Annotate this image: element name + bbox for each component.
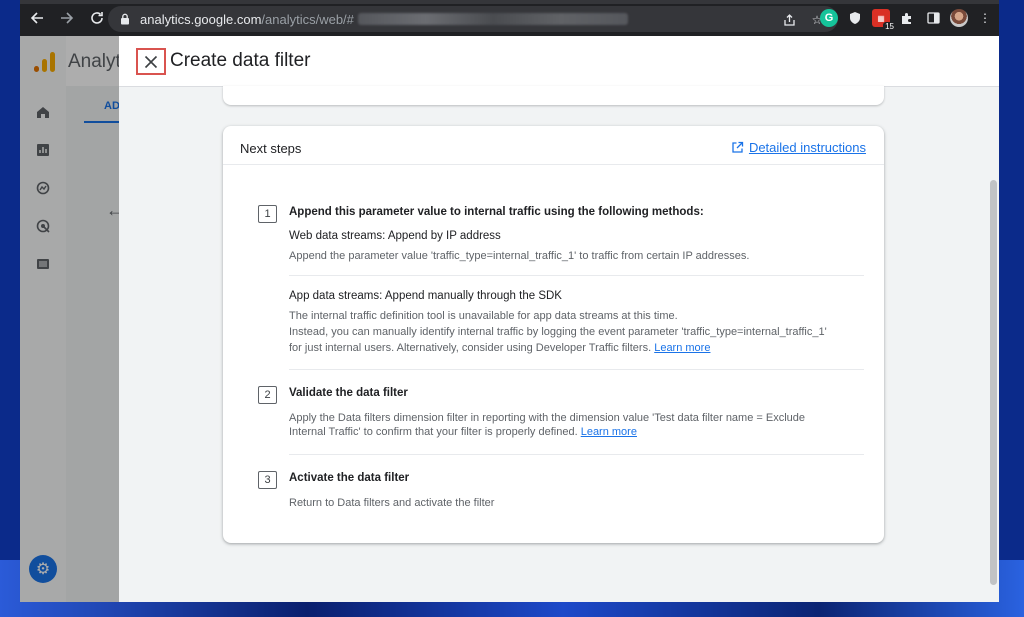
- profile-avatar[interactable]: [950, 9, 968, 27]
- create-data-filter-drawer: Create data filter Next steps Detailed i…: [119, 36, 999, 602]
- card-title: Next steps: [240, 141, 302, 156]
- app-streams-desc-2: Instead, you can manually identify inter…: [289, 326, 827, 338]
- divider: [289, 369, 864, 370]
- divider: [289, 454, 864, 455]
- validate-desc-2: Internal Traffic' to confirm that your f…: [289, 424, 637, 440]
- close-button[interactable]: [136, 48, 166, 75]
- app-streams-desc-3-text: for just internal users. Alternatively, …: [289, 342, 652, 354]
- step-number: 1: [258, 205, 277, 223]
- next-steps-card: Next steps Detailed instructions 1 Appen…: [223, 126, 884, 543]
- app-streams-desc-3: for just internal users. Alternatively, …: [289, 340, 710, 356]
- step-title: Append this parameter value to internal …: [289, 206, 704, 218]
- back-arrow-icon[interactable]: [24, 5, 50, 31]
- divider: [289, 275, 864, 276]
- card-header: Next steps Detailed instructions: [223, 126, 884, 165]
- share-icon[interactable]: [780, 11, 798, 29]
- url-redacted: [357, 13, 628, 25]
- validate-desc-2-text: Internal Traffic' to confirm that your f…: [289, 426, 578, 438]
- url-host: analytics.google.com: [140, 11, 262, 27]
- address-bar[interactable]: analytics.google.com /analytics/web/# ☆: [108, 6, 838, 32]
- puzzle-icon[interactable]: [898, 9, 916, 27]
- learn-more-link[interactable]: Learn more: [654, 342, 710, 354]
- more-menu-icon[interactable]: ⋮: [976, 9, 994, 27]
- drawer-title: Create data filter: [170, 50, 311, 71]
- reload-icon[interactable]: [84, 5, 110, 31]
- app-streams-desc-1: The internal traffic definition tool is …: [289, 310, 678, 322]
- step-number: 2: [258, 386, 277, 404]
- open-in-new-icon: [731, 141, 744, 154]
- web-streams-title: Web data streams: Append by IP address: [289, 230, 501, 242]
- detailed-instructions-label: Detailed instructions: [748, 140, 866, 155]
- side-panel-icon[interactable]: [924, 9, 942, 27]
- url-path: /analytics/web/#: [261, 11, 354, 27]
- previous-card: [223, 86, 884, 105]
- close-icon: [144, 55, 158, 68]
- browser-toolbar: analytics.google.com /analytics/web/# ☆ …: [20, 0, 999, 36]
- activate-desc: Return to Data filters and activate the …: [289, 497, 495, 509]
- scrollbar-thumb[interactable]: [990, 180, 997, 585]
- tab-strip: [20, 0, 999, 4]
- learn-more-link[interactable]: Learn more: [581, 426, 637, 438]
- detailed-instructions-link[interactable]: Detailed instructions: [731, 140, 866, 155]
- calendar-extension-icon[interactable]: ▦ 15: [872, 9, 896, 31]
- app-streams-title: App data streams: Append manually throug…: [289, 290, 562, 302]
- web-streams-desc: Append the parameter value 'traffic_type…: [289, 250, 750, 262]
- browser-window: analytics.google.com /analytics/web/# ☆ …: [20, 0, 999, 602]
- shield-extension-icon[interactable]: [846, 9, 864, 27]
- drawer-header: Create data filter: [119, 36, 999, 87]
- grammarly-extension-icon[interactable]: G: [820, 9, 838, 27]
- step-title: Activate the data filter: [289, 472, 410, 484]
- step-title: Validate the data filter: [289, 387, 408, 399]
- forward-arrow-icon[interactable]: [54, 5, 80, 31]
- extension-badge: 15: [883, 22, 896, 31]
- lock-icon: [118, 12, 132, 26]
- step-number: 3: [258, 471, 277, 489]
